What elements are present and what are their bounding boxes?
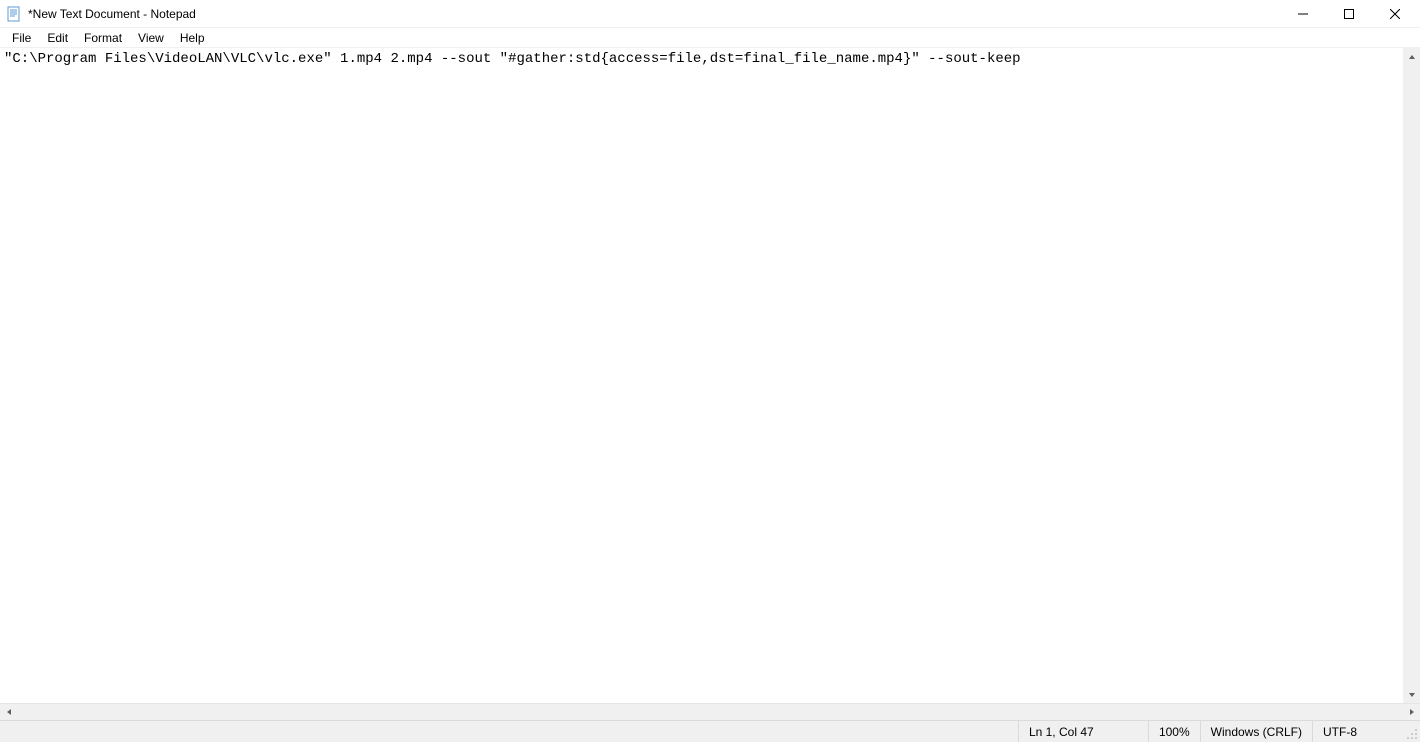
- statusbar: Ln 1, Col 47 100% Windows (CRLF) UTF-8: [0, 720, 1420, 742]
- menu-help[interactable]: Help: [172, 29, 213, 47]
- scroll-left-icon[interactable]: [0, 704, 17, 721]
- menu-format[interactable]: Format: [76, 29, 130, 47]
- window-title: *New Text Document - Notepad: [28, 7, 1280, 21]
- resize-grip-icon[interactable]: [1402, 721, 1420, 742]
- editor-container: [0, 48, 1420, 720]
- status-cursor-position: Ln 1, Col 47: [1018, 721, 1148, 742]
- status-encoding: UTF-8: [1312, 721, 1402, 742]
- vertical-scrollbar[interactable]: [1403, 48, 1420, 703]
- maximize-button[interactable]: [1326, 0, 1372, 27]
- menu-file[interactable]: File: [4, 29, 39, 47]
- minimize-button[interactable]: [1280, 0, 1326, 27]
- menu-edit[interactable]: Edit: [39, 29, 76, 47]
- titlebar: *New Text Document - Notepad: [0, 0, 1420, 28]
- scroll-up-icon[interactable]: [1403, 48, 1420, 65]
- status-zoom: 100%: [1148, 721, 1200, 742]
- hscroll-track[interactable]: [17, 704, 1403, 720]
- scroll-down-icon[interactable]: [1403, 686, 1420, 703]
- horizontal-scrollbar[interactable]: [0, 703, 1420, 720]
- status-line-ending: Windows (CRLF): [1200, 721, 1312, 742]
- menu-view[interactable]: View: [130, 29, 172, 47]
- text-editor[interactable]: [0, 48, 1420, 703]
- notepad-icon: [6, 6, 22, 22]
- close-button[interactable]: [1372, 0, 1418, 27]
- vscroll-track[interactable]: [1403, 65, 1420, 686]
- menubar: File Edit Format View Help: [0, 28, 1420, 48]
- scroll-right-icon[interactable]: [1403, 704, 1420, 721]
- status-spacer: [0, 721, 1018, 742]
- window-controls: [1280, 0, 1418, 27]
